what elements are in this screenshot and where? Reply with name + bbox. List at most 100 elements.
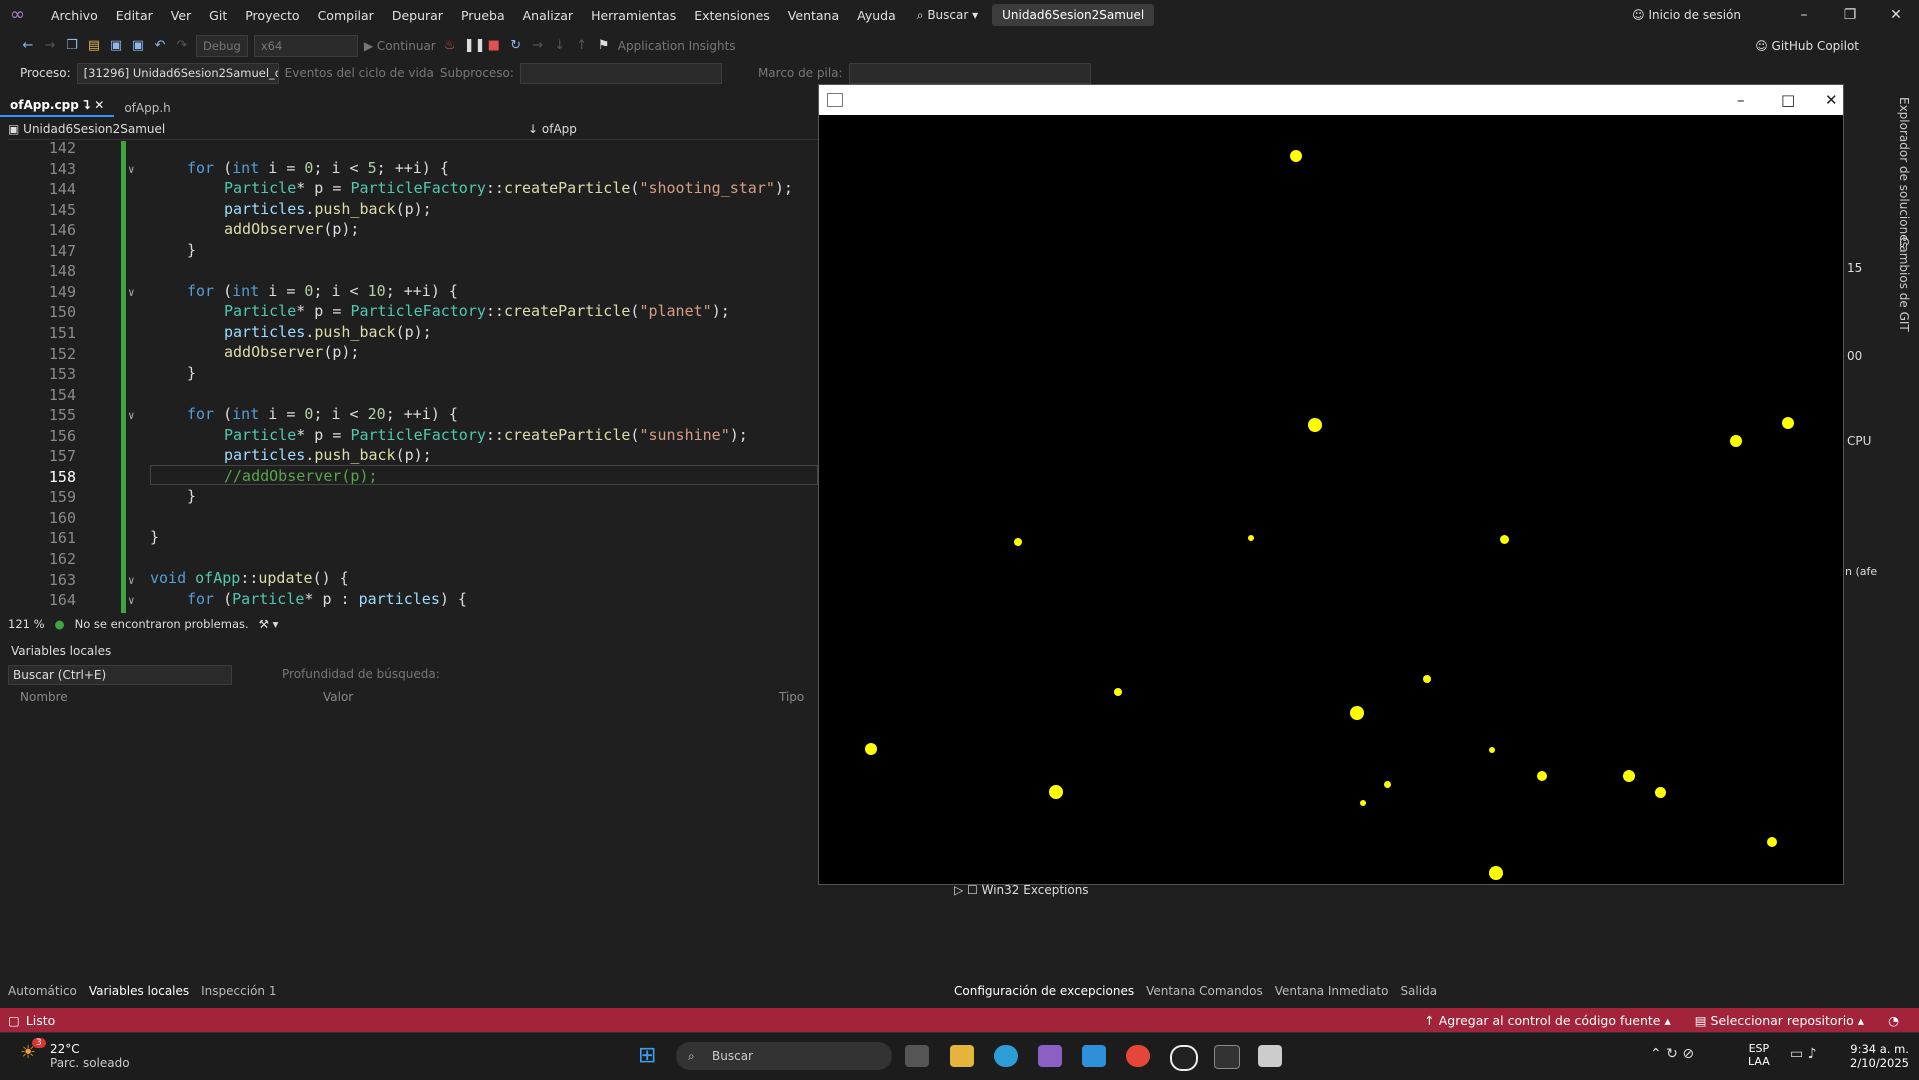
hot-reload-icon[interactable]: ♨ — [442, 38, 458, 54]
back-icon[interactable]: ← — [20, 38, 36, 54]
stack-frame-dropdown[interactable] — [848, 62, 1091, 84]
obs-icon[interactable] — [1170, 1045, 1198, 1071]
git-changes-tab[interactable]: Cambios de GIT — [1897, 237, 1911, 332]
terminal-icon[interactable] — [1214, 1045, 1240, 1069]
pause-icon[interactable]: ❚❚ — [464, 38, 486, 54]
close-tab-icon[interactable]: ✕ — [94, 98, 104, 112]
fold-icon[interactable]: ∨ — [128, 594, 135, 607]
undo-icon[interactable]: ↶ — [152, 38, 168, 54]
output-icon[interactable]: ▢ — [8, 1013, 20, 1028]
step-into-icon[interactable]: ↓ — [552, 38, 568, 54]
menu-extensiones[interactable]: Extensiones — [685, 8, 779, 23]
edge-icon[interactable] — [994, 1045, 1018, 1067]
network-sound-icons[interactable]: ▭ ♪ — [1790, 1046, 1817, 1062]
solution-explorer-tab[interactable]: Explorador de soluciones — [1897, 97, 1911, 248]
clock[interactable]: 9:34 a. m. 2/10/2025 — [1850, 1042, 1909, 1070]
forward-icon[interactable]: → — [42, 38, 58, 54]
tab-ventana-inmediato[interactable]: Ventana Inmediato — [1275, 984, 1389, 998]
process-dropdown[interactable]: [31296] Unidad6Sesion2Samuel_de — [76, 62, 279, 84]
status-right: ↑ Agregar al control de código fuente ▴ … — [1424, 1013, 1899, 1028]
step-out-icon[interactable]: ↑ — [574, 38, 590, 54]
vscode-icon[interactable] — [1082, 1045, 1106, 1067]
menu-ventana[interactable]: Ventana — [779, 8, 848, 23]
menu-proyecto[interactable]: Proyecto — [236, 8, 308, 23]
github-copilot-button[interactable]: ☺ GitHub Copilot — [1755, 39, 1859, 53]
menu-git[interactable]: Git — [200, 8, 236, 23]
minimize-button[interactable]: – — [1781, 7, 1827, 23]
thread-dropdown[interactable] — [519, 62, 722, 84]
stop-icon[interactable]: ■ — [486, 38, 502, 54]
exception-item-win32[interactable]: ▷ ☐ Win32 Exceptions — [954, 883, 1089, 897]
code-editor[interactable]: 142 143 144 145 146 147 148 149 150 151 152 153 154 1… — [0, 141, 818, 613]
add-source-control-button[interactable]: ↑ Agregar al control de código fuente ▴ — [1424, 1013, 1670, 1028]
problems-status[interactable]: No se encontraron problemas. — [75, 617, 249, 631]
save-icon[interactable]: ▣ — [108, 38, 124, 54]
task-view-icon[interactable] — [905, 1045, 929, 1067]
visual-studio-icon[interactable] — [1038, 1045, 1062, 1067]
menu-prueba[interactable]: Prueba — [452, 8, 514, 23]
menu-ver[interactable]: Ver — [162, 8, 200, 23]
expand-icon[interactable]: ▷ ☐ — [954, 883, 982, 897]
column-value[interactable]: Valor — [323, 690, 353, 704]
restart-icon[interactable]: ↻ — [508, 38, 524, 54]
cleanup-icon[interactable]: ⚒ ▾ — [259, 617, 279, 631]
menu-herramientas[interactable]: Herramientas — [582, 8, 685, 23]
file-explorer-icon[interactable] — [950, 1045, 974, 1067]
tab-configuracion-excepciones[interactable]: Configuración de excepciones — [954, 984, 1134, 998]
platform-dropdown[interactable]: x64 — [253, 35, 358, 57]
column-type[interactable]: Tipo — [779, 690, 804, 704]
continue-button[interactable]: ▶ Continuar — [364, 39, 436, 53]
notifications-icon[interactable]: ◔ — [1888, 1013, 1899, 1028]
menu-ayuda[interactable]: Ayuda — [848, 8, 905, 23]
taskbar-search[interactable]: ⌕ Buscar — [676, 1042, 892, 1070]
fold-icon[interactable]: ∨ — [128, 286, 135, 299]
menu-compilar[interactable]: Compilar — [309, 8, 383, 23]
pin-icon[interactable]: ⮧ — [83, 98, 90, 112]
tab-ofapp-cpp[interactable]: ofApp.cpp ⮧ ✕ — [0, 96, 115, 117]
lifecycle-events-button[interactable]: Eventos del ciclo de vida — [285, 66, 434, 80]
menu-analizar[interactable]: Analizar — [514, 8, 582, 23]
step-over-icon[interactable]: → — [530, 38, 546, 54]
bookmark-icon[interactable]: ⚑ — [596, 38, 612, 54]
select-repository-button[interactable]: ▤ Seleccionar repositorio ▴ — [1695, 1013, 1864, 1028]
menu-editar[interactable]: Editar — [107, 8, 162, 23]
app-window-taskbar-icon[interactable] — [1258, 1045, 1282, 1067]
app-close-button[interactable]: ✕ — [1825, 91, 1838, 109]
tab-inspeccion-1[interactable]: Inspección 1 — [201, 984, 276, 998]
tab-automatico[interactable]: Automático — [8, 984, 77, 998]
fold-icon[interactable]: ∨ — [128, 574, 135, 587]
application-insights-button[interactable]: Application Insights — [618, 39, 736, 53]
close-button[interactable]: ✕ — [1873, 7, 1919, 23]
zoom-dropdown[interactable]: 121 % — [8, 617, 45, 631]
configuration-dropdown[interactable]: Debug — [196, 35, 248, 57]
chrome-icon[interactable] — [1126, 1045, 1150, 1067]
tab-ofapp-h[interactable]: ofApp.h — [114, 99, 180, 117]
type-scope-dropdown[interactable]: ↓ ofApp — [528, 122, 577, 136]
start-menu-icon[interactable]: ⊞ — [638, 1045, 662, 1067]
column-name[interactable]: Nombre — [20, 690, 68, 704]
tab-salida[interactable]: Salida — [1400, 984, 1437, 998]
app-maximize-button[interactable]: □ — [1781, 91, 1795, 109]
app-title-bar[interactable]: – □ ✕ — [819, 85, 1843, 115]
fold-icon[interactable]: ∨ — [128, 409, 135, 422]
menu-archivo[interactable]: Archivo — [42, 8, 107, 23]
new-project-icon[interactable]: ❐ — [64, 38, 80, 54]
weather-widget[interactable]: ☀ 3 22°C Parc. soleado — [20, 1038, 130, 1070]
menu-depurar[interactable]: Depurar — [383, 8, 452, 23]
openframeworks-app-window[interactable]: – □ ✕ — [818, 84, 1844, 885]
redo-icon[interactable]: ↷ — [174, 38, 190, 54]
app-minimize-button[interactable]: – — [1737, 91, 1745, 109]
language-indicator[interactable]: ESP LAA — [1748, 1042, 1770, 1068]
tray-icons[interactable]: ⌃ ↻ ⊘ — [1650, 1046, 1694, 1062]
open-folder-icon[interactable]: ▤ — [86, 38, 102, 54]
tab-ventana-comandos[interactable]: Ventana Comandos — [1146, 984, 1263, 998]
project-scope-dropdown[interactable]: ▣ Unidad6Sesion2Samuel — [8, 122, 528, 136]
code-line-147: } — [187, 241, 197, 259]
locals-search-input[interactable]: Buscar (Ctrl+E) — [8, 665, 232, 685]
restore-button[interactable]: ❐ — [1827, 7, 1873, 23]
tab-variables-locales[interactable]: Variables locales — [89, 984, 189, 998]
login-link[interactable]: ☺ Inicio de sesión — [1632, 8, 1741, 22]
fold-icon[interactable]: ∨ — [128, 163, 135, 176]
search-button[interactable]: ⌕ Buscar ▾ — [917, 8, 978, 23]
save-all-icon[interactable]: ▣ — [130, 38, 146, 54]
